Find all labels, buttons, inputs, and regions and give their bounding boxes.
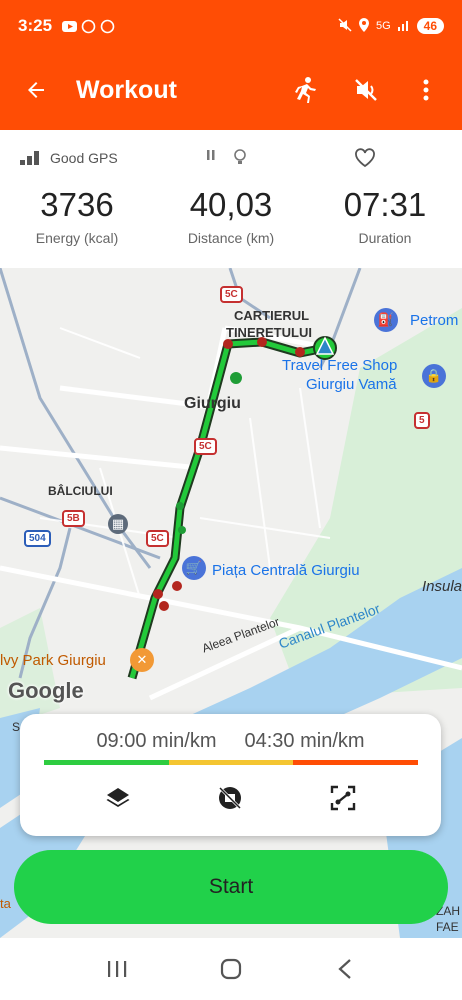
map-label-tineretului: TINERETULUI [226, 325, 312, 340]
youtube-icon [62, 19, 78, 34]
whatsapp-icon [81, 19, 96, 34]
home-button[interactable] [211, 949, 251, 989]
map-label-insula: Insula [422, 578, 462, 595]
notification-icons [62, 19, 115, 34]
back-icon [338, 959, 351, 979]
recents-button[interactable] [97, 949, 137, 989]
pace-card: 09:00 min/km 04:30 min/km [20, 714, 441, 836]
heart-icon [355, 148, 375, 168]
map-label-travel-free-1: Travel Free Shop [282, 357, 398, 374]
shopping-poi-icon[interactable]: 🔒 [422, 364, 446, 388]
battery-level: 46 [416, 18, 444, 34]
activity-type-button[interactable] [286, 70, 326, 110]
heart-rate-button[interactable] [354, 148, 376, 173]
pace-color-bar [44, 760, 419, 765]
back-arrow-icon [28, 82, 44, 98]
gps-status: Good GPS [20, 150, 118, 166]
home-icon [220, 958, 242, 980]
pace-bar-fast [293, 760, 419, 765]
map-label-balciului: BÂLCIULUI [48, 484, 113, 498]
app-bar: 3:25 5G 46 Workout [0, 0, 462, 130]
road-shield: 5 [414, 412, 430, 429]
status-bar: 3:25 5G 46 [0, 0, 462, 52]
duration-value: 07:31 [343, 186, 427, 223]
page-title: Workout [76, 75, 177, 104]
whatsapp-icon [100, 19, 115, 34]
fit-route-button[interactable] [325, 780, 361, 816]
restaurant-poi-icon[interactable]: ✕ [130, 648, 154, 672]
fit-route-icon [330, 785, 356, 811]
location-icon [358, 17, 370, 35]
recents-icon [108, 961, 127, 977]
back-button[interactable] [6, 60, 66, 120]
system-nav-bar [0, 938, 462, 1000]
mute-status-icon [338, 17, 352, 35]
stats-panel: Good GPS 3736 Energy (kcal) 40,03 Distan… [0, 130, 462, 268]
map-layers-button[interactable] [100, 780, 136, 816]
road-shield: 5C [220, 286, 243, 303]
pace-slow-label: 09:00 min/km [96, 730, 217, 752]
distance-value: 40,03 [189, 186, 273, 223]
gps-label: Good GPS [50, 150, 118, 166]
map-label-ivy-park: lvy Park Giurgiu [0, 652, 106, 669]
system-back-button[interactable] [325, 949, 365, 989]
energy-label: Energy (kcal) [35, 230, 119, 246]
pace-fast-label: 04:30 min/km [244, 730, 365, 752]
map-label-piata: Piața Centrală Giurgiu [212, 562, 360, 579]
energy-stat: 3736 Energy (kcal) [0, 186, 154, 246]
voice-feedback-toggle[interactable] [346, 70, 386, 110]
market-poi-icon[interactable]: 🛒 [182, 556, 206, 580]
road-shield: 5C [146, 530, 169, 547]
network-type: 5G [375, 20, 391, 32]
map-label-fae: FAE [436, 920, 459, 934]
mute-icon [355, 79, 377, 101]
duration-label: Duration [358, 230, 412, 246]
more-vert-icon [423, 79, 429, 101]
pace-bar-slow [44, 760, 169, 765]
map-label-start-edge: ta [0, 896, 11, 911]
distance-label: Distance (km) [187, 230, 275, 246]
pace-bar-mid [168, 760, 294, 765]
layers-icon [106, 788, 130, 807]
toolbar: Workout [0, 60, 462, 120]
map-label-travel-free-2: Giurgiu Vamă [306, 376, 397, 393]
energy-value: 3736 [40, 186, 114, 223]
map-label-s: S [12, 720, 21, 734]
route-map[interactable]: CARTIERUL TINERETULUI Giurgiu BÂLCIULUI … [0, 268, 462, 938]
road-shield: 504 [24, 530, 51, 547]
duration-stat: 07:31 Duration [308, 186, 462, 246]
gps-signal-icon [20, 151, 39, 165]
road-shield: 5B [62, 510, 85, 527]
status-right: 5G 46 [338, 17, 444, 35]
google-logo: Google [8, 678, 84, 703]
lightbulb-icon [234, 149, 246, 164]
distance-stat: 40,03 Distance (km) [154, 186, 308, 246]
fuel-poi-icon[interactable]: ⛽ [374, 308, 398, 332]
map-label-cartierul: CARTIERUL [234, 308, 310, 323]
signal-icon [397, 18, 411, 35]
map-label-giurgiu: Giurgiu [184, 395, 241, 412]
no-hide-map-icon [219, 786, 242, 810]
status-time: 3:25 [18, 16, 53, 35]
runner-icon [295, 77, 316, 103]
road-shield: 5C [194, 438, 217, 455]
more-options-button[interactable] [406, 70, 446, 110]
map-label-petrom: Petrom [410, 312, 459, 329]
start-button[interactable]: Start [14, 850, 448, 924]
hide-map-button[interactable] [212, 780, 248, 816]
station-poi-icon[interactable]: ▦ [108, 514, 128, 534]
pause-indicator-icon [207, 150, 215, 160]
